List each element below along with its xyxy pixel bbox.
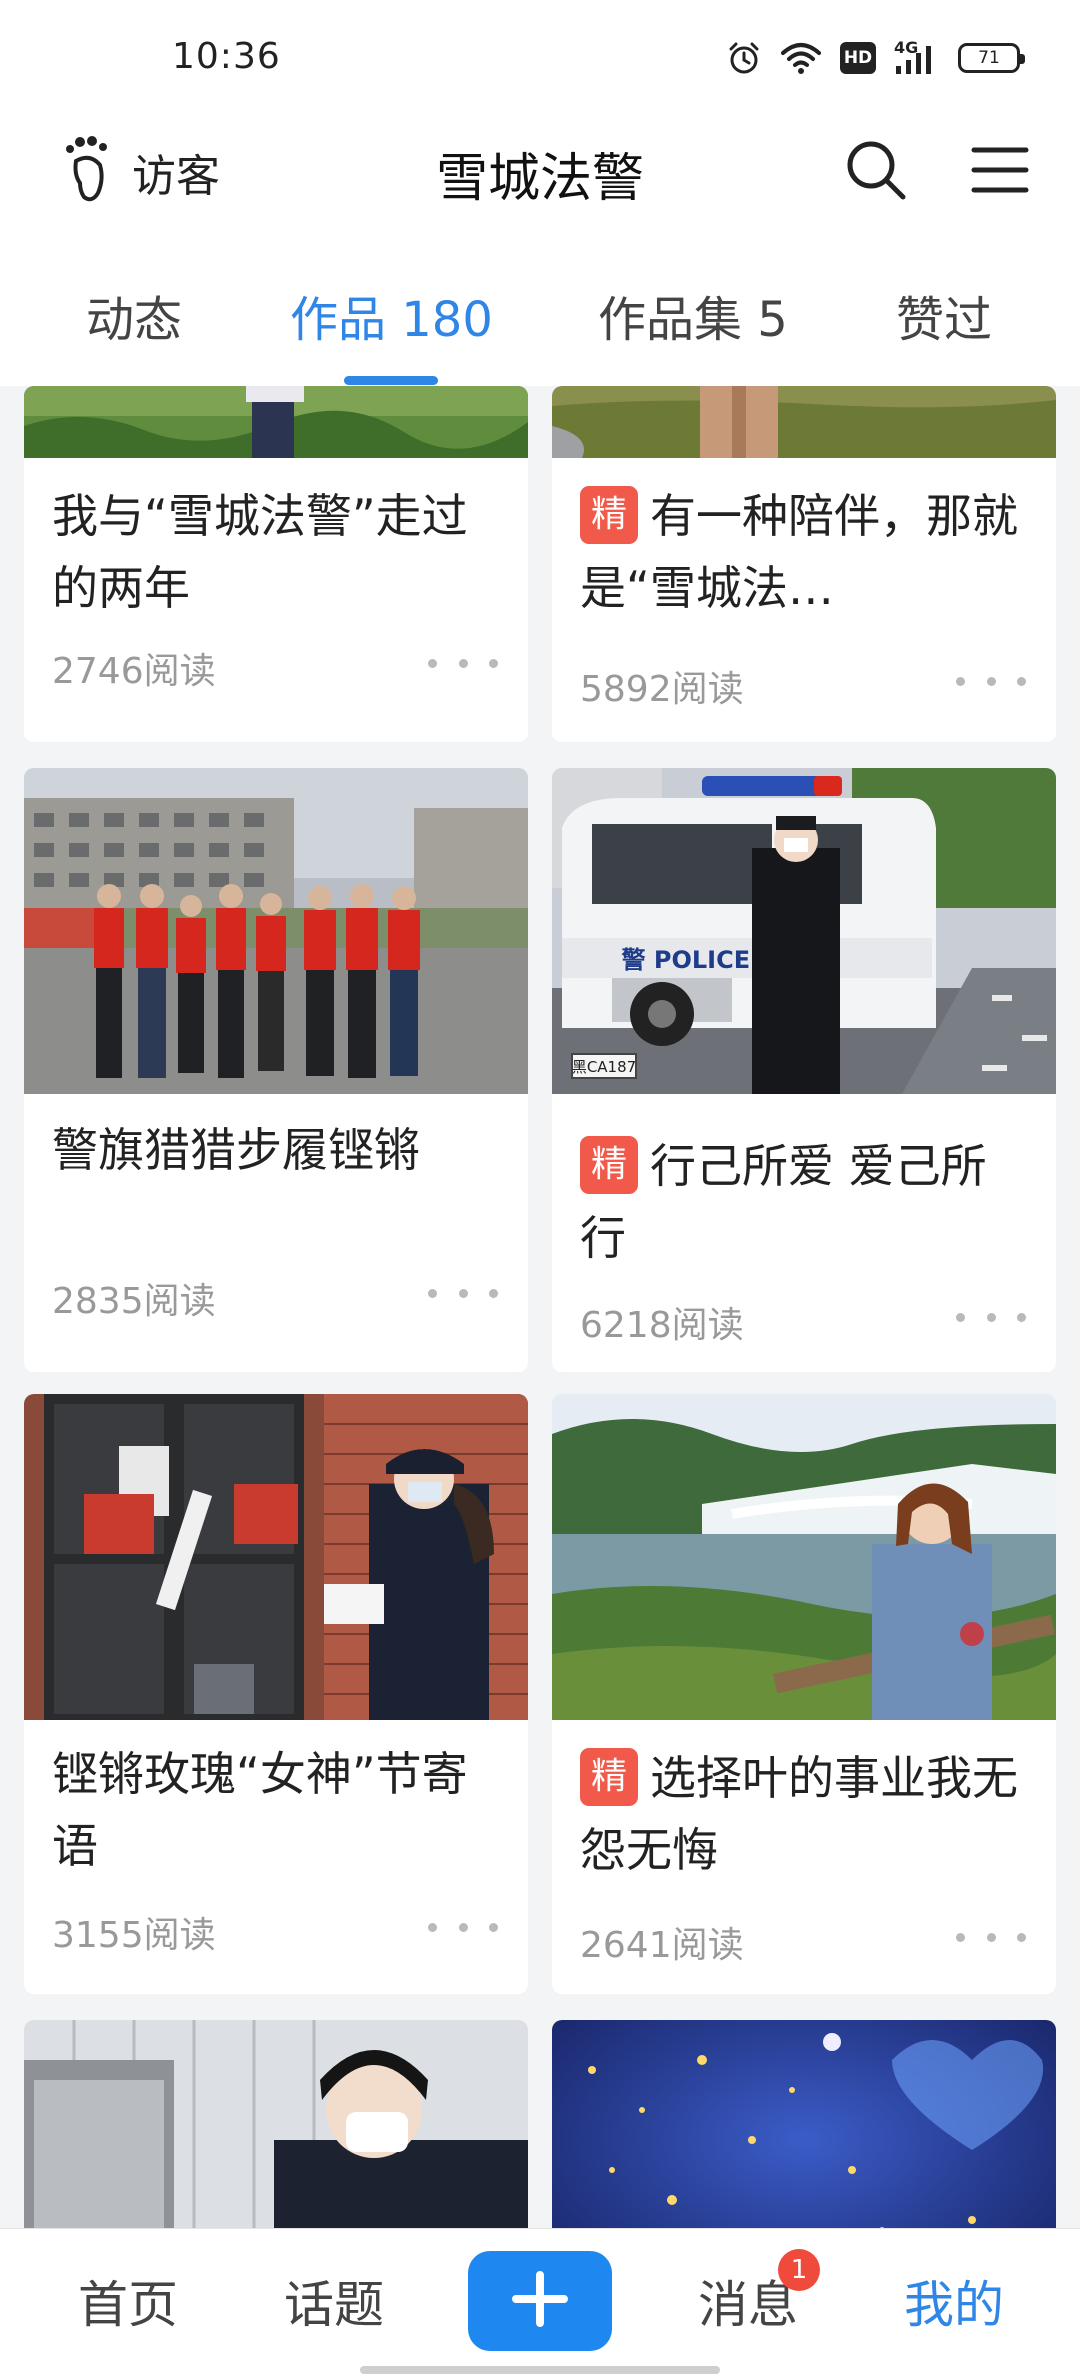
wifi-icon — [780, 40, 822, 76]
more-options-icon[interactable] — [956, 666, 1026, 696]
create-post-button[interactable] — [468, 2251, 612, 2351]
read-count: 2746阅读 — [52, 651, 216, 692]
article-thumbnail — [24, 2020, 528, 2228]
article-title: 精有一种陪伴，那就是“雪城法… — [580, 480, 1032, 624]
read-count: 6218阅读 — [580, 1305, 744, 1346]
article-title: 警旗猎猎步履铿锵 — [52, 1123, 420, 1177]
tab-liked[interactable]: 赞过 — [896, 280, 992, 350]
plate-text: 黑CA187 — [572, 1058, 636, 1076]
nav-me[interactable]: 我的 — [904, 2265, 1004, 2337]
article-thumbnail: 黑CA187 警 POLICE 察 — [552, 768, 1056, 1094]
article-thumbnail — [24, 1394, 528, 1720]
status-time: 10:36 — [172, 36, 281, 77]
article-thumbnail — [24, 768, 528, 1094]
article-thumbnail — [552, 2020, 1056, 2228]
status-icons: HD 4G 71 — [726, 38, 1025, 78]
battery-icon: 71 — [958, 43, 1025, 73]
message-count-badge: 1 — [778, 2249, 820, 2291]
article-card[interactable]: 精选择叶的事业我无怨无悔 2641阅读 — [552, 1394, 1056, 1994]
featured-badge: 精 — [580, 1748, 638, 1806]
article-card[interactable]: 黑CA187 警 POLICE 察 精行己所爱 爱己所行 6218阅读 — [552, 768, 1056, 1372]
article-title: 我与“雪城法警”走过的两年 — [52, 489, 468, 615]
profile-tabs: 动态 作品 180 作品集 5 赞过 — [0, 236, 1080, 386]
read-count: 5892阅读 — [580, 669, 744, 710]
signal-icon: 4G — [894, 38, 940, 76]
active-tab-indicator — [344, 376, 438, 385]
bottom-nav: 首页 话题 消息 1 我的 — [0, 2228, 1080, 2376]
featured-badge: 精 — [580, 486, 638, 544]
more-options-icon[interactable] — [956, 1922, 1026, 1952]
search-button[interactable] — [838, 134, 914, 210]
article-thumbnail — [24, 386, 528, 458]
more-options-icon[interactable] — [428, 648, 498, 678]
home-indicator — [360, 2366, 720, 2374]
app-header: 访客 雪城法警 — [0, 116, 1080, 236]
article-card[interactable]: 铿锵玫瑰“女神”节寄语 3155阅读 — [24, 1394, 528, 1994]
page-title: 雪城法警 — [435, 149, 644, 209]
menu-button[interactable] — [962, 134, 1038, 210]
tab-works[interactable]: 作品 180 — [290, 280, 493, 350]
menu-icon — [970, 144, 1030, 200]
article-thumbnail — [552, 386, 1056, 458]
status-bar: 10:36 HD 4G 71 — [0, 0, 1080, 116]
nav-topics[interactable]: 话题 — [284, 2265, 384, 2337]
article-title: 铿锵玫瑰“女神”节寄语 — [52, 1747, 468, 1873]
plus-icon — [510, 2269, 570, 2333]
more-options-icon[interactable] — [956, 1302, 1026, 1332]
alarm-icon — [726, 40, 762, 76]
read-count: 2641阅读 — [580, 1925, 744, 1966]
network-type: 4G — [894, 38, 919, 57]
search-icon — [843, 137, 909, 207]
article-card[interactable]: 警旗猎猎步履铿锵 2835阅读 — [24, 768, 528, 1372]
article-title: 精行己所爱 爱己所行 — [580, 1130, 1032, 1274]
works-feed[interactable]: 我与“雪城法警”走过的两年 2746阅读 精有一种陪伴，那就是“雪城法… 589… — [0, 386, 1080, 2228]
article-title: 精选择叶的事业我无怨无悔 — [580, 1742, 1032, 1886]
article-card[interactable] — [24, 2020, 528, 2228]
tab-collections[interactable]: 作品集 5 — [598, 280, 788, 350]
more-options-icon[interactable] — [428, 1912, 498, 1942]
more-options-icon[interactable] — [428, 1278, 498, 1308]
featured-badge: 精 — [580, 1136, 638, 1194]
article-card[interactable]: 我与“雪城法警”走过的两年 2746阅读 — [24, 386, 528, 742]
article-thumbnail — [552, 1394, 1056, 1720]
tab-dynamics[interactable]: 动态 — [86, 280, 182, 350]
nav-home[interactable]: 首页 — [78, 2265, 178, 2337]
hd-icon: HD — [840, 42, 876, 74]
article-card[interactable]: 精有一种陪伴，那就是“雪城法… 5892阅读 — [552, 386, 1056, 742]
read-count: 2835阅读 — [52, 1281, 216, 1322]
article-card[interactable] — [552, 2020, 1056, 2228]
read-count: 3155阅读 — [52, 1915, 216, 1956]
